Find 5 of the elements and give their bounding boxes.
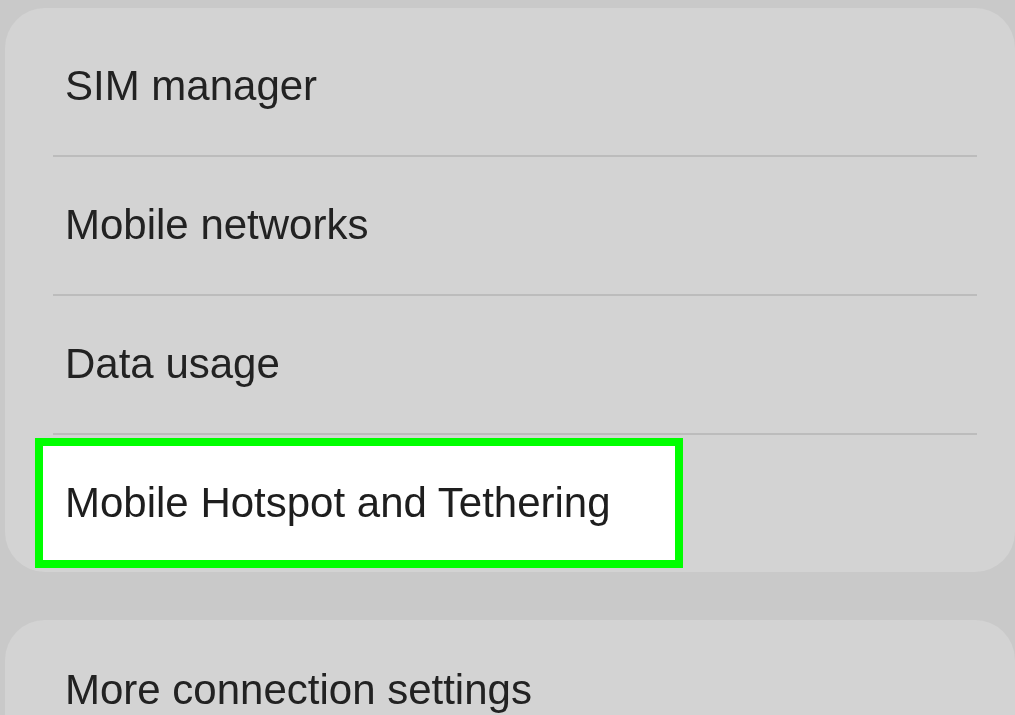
settings-item[interactable]: Data usage xyxy=(65,339,280,388)
settings-item[interactable]: Mobile Hotspot and Tethering xyxy=(35,437,683,568)
settings-item[interactable]: SIM manager xyxy=(65,61,318,110)
settings-item[interactable]: More connection settings xyxy=(65,665,532,714)
settings-item[interactable]: Mobile networks xyxy=(65,200,369,249)
